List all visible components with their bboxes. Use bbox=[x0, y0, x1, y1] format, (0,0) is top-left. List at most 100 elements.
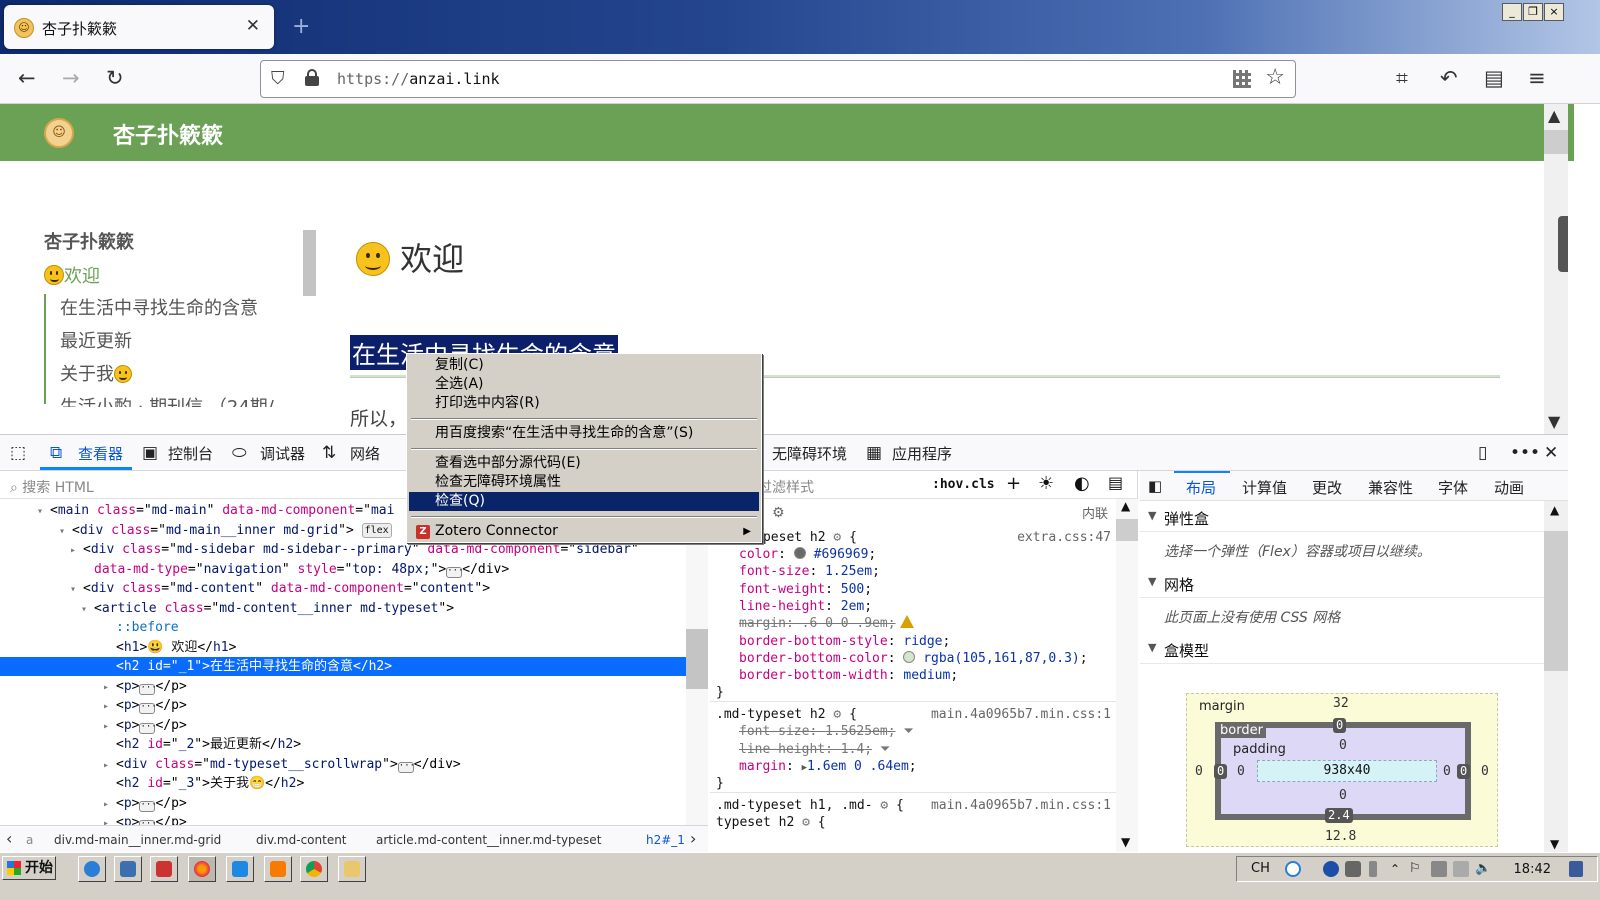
add-rule-icon[interactable]: + bbox=[1006, 473, 1021, 494]
menu-item-zotero[interactable]: Z Zotero Connector ▶ bbox=[409, 522, 759, 541]
sidebar-item-meaning[interactable]: 在生活中寻找生命的含意 bbox=[60, 294, 258, 320]
markup-node[interactable]: <h1>😃 欢迎</h1> bbox=[0, 638, 688, 657]
light-mode-icon[interactable]: ☀ bbox=[1038, 473, 1054, 494]
markup-node[interactable]: ▸ <div class="md-typeset__scrollwrap">···… bbox=[0, 755, 688, 774]
tab-layout[interactable]: 布局 bbox=[1186, 477, 1216, 498]
twisty-icon[interactable]: ▾ bbox=[59, 522, 72, 541]
forward-arrow-icon[interactable]: → bbox=[62, 66, 80, 90]
color-swatch[interactable] bbox=[903, 650, 916, 663]
border-bottom-value[interactable]: 2.4 bbox=[1325, 808, 1353, 823]
markup-node[interactable]: ▸ <p>···</p> bbox=[0, 794, 688, 813]
print-media-icon[interactable]: ▤ bbox=[1108, 473, 1123, 492]
border-left-value[interactable]: 0 bbox=[1214, 764, 1228, 779]
css-source-link[interactable]: main.4a0965b7.min.css:1 bbox=[931, 797, 1111, 815]
close-tab-icon[interactable]: ✕ bbox=[246, 16, 260, 36]
tab-network[interactable]: 网络 bbox=[350, 443, 380, 464]
editor-app-button[interactable] bbox=[264, 856, 292, 882]
tab-debugger[interactable]: 调试器 bbox=[260, 443, 305, 464]
menu-item[interactable]: 打印选中内容(R) bbox=[409, 394, 759, 413]
gear-icon[interactable]: ⚙ bbox=[833, 707, 841, 722]
volume-icon[interactable]: 🔈 bbox=[1475, 861, 1491, 877]
markup-node-selected[interactable]: <h2 id="_1">在生活中寻找生命的含意</h2> bbox=[0, 657, 688, 676]
markup-node[interactable]: <h2 id="_3">关于我😁</h2> bbox=[0, 774, 688, 793]
css-declaration[interactable]: border-bottom-color: rgba(105,161,87,0.3… bbox=[739, 650, 1149, 668]
breadcrumb-item[interactable]: div.md-main__inner.md-grid bbox=[54, 833, 221, 847]
scroll-up-icon[interactable]: ▲ bbox=[1548, 106, 1560, 125]
markup-node[interactable]: ▾ <div class="md-content" data-md-compone… bbox=[0, 579, 688, 598]
filter-icon[interactable]: ⏷ bbox=[880, 742, 890, 757]
markup-node[interactable]: ::before bbox=[0, 618, 688, 637]
twisty-icon[interactable]: ▸ bbox=[103, 678, 116, 697]
cloud-app-button[interactable] bbox=[226, 856, 254, 882]
padding-top-value[interactable]: 0 bbox=[1339, 738, 1347, 753]
css-source-link[interactable]: main.4a0965b7.min.css:1 bbox=[931, 706, 1111, 724]
chevron-right-icon[interactable]: › bbox=[690, 829, 696, 848]
collapsed-children-icon[interactable]: ··· bbox=[446, 566, 464, 578]
scroll-down-icon[interactable]: ▼ bbox=[1548, 412, 1560, 431]
browser-tab[interactable]: ☺ 杏子扑簌簌 ✕ bbox=[4, 5, 274, 49]
reader-page-icon[interactable]: ▤ bbox=[1484, 66, 1504, 90]
css-declaration[interactable]: margin: .6 0 0 .9em; bbox=[739, 615, 1149, 633]
gear-icon[interactable]: ⚙ bbox=[833, 530, 841, 545]
css-declaration[interactable]: font-size: 1.25em; bbox=[739, 563, 1149, 581]
scroll-down-icon[interactable]: ▼ bbox=[1121, 835, 1130, 849]
element-picker-icon[interactable]: ⬚ bbox=[10, 443, 26, 463]
sidebar-item-welcome[interactable]: 欢迎 bbox=[44, 262, 100, 288]
hov-cls-toggle[interactable]: :hov.cls bbox=[932, 477, 995, 492]
menu-item[interactable]: 用百度搜索“在生活中寻找生命的含意”(S) bbox=[409, 424, 759, 443]
flex-badge[interactable]: flex bbox=[361, 522, 392, 538]
twisty-icon[interactable]: ▸ bbox=[103, 717, 116, 736]
app-quicklaunch-button[interactable] bbox=[150, 856, 178, 882]
breadcrumb-item[interactable]: h2#_1 bbox=[646, 833, 685, 847]
breadcrumb-item[interactable]: a bbox=[26, 833, 33, 847]
warning-icon[interactable] bbox=[899, 615, 914, 629]
collapsed-children-icon[interactable]: ··· bbox=[397, 761, 415, 773]
twisty-icon[interactable]: ▾ bbox=[81, 600, 94, 619]
collapsed-children-icon[interactable]: ··· bbox=[139, 703, 157, 714]
tab-compatibility[interactable]: 兼容性 bbox=[1368, 477, 1413, 498]
language-indicator[interactable]: CH bbox=[1251, 861, 1270, 876]
ie-quicklaunch-button[interactable] bbox=[78, 856, 106, 882]
bookmark-star-icon[interactable]: ☆ bbox=[1265, 65, 1285, 90]
tracking-shield-icon[interactable]: ⛉ bbox=[271, 68, 285, 89]
layout-scrollbar[interactable]: ▲ ▼ bbox=[1544, 501, 1568, 853]
site-logo-icon[interactable]: ☺ bbox=[44, 118, 74, 148]
crop-icon[interactable]: ⌗ bbox=[1396, 66, 1408, 91]
url-text[interactable]: https://anzai.link bbox=[337, 70, 500, 88]
sidebar-item-about[interactable]: 关于我 bbox=[60, 360, 132, 386]
markup-node[interactable]: ▸ <p>···</p> bbox=[0, 677, 688, 696]
margin-right-value[interactable]: 0 bbox=[1481, 764, 1489, 779]
address-bar[interactable]: ⛉ https://anzai.link ☆ bbox=[260, 60, 1296, 98]
dock-side-icon[interactable]: ▯ bbox=[1478, 443, 1487, 463]
css-rule-selector[interactable]: typeset h2 ⚙ { bbox=[716, 814, 1126, 832]
menu-item[interactable]: 查看选中部分源代码(E) bbox=[409, 454, 759, 473]
tab-inspector[interactable]: 查看器 bbox=[78, 443, 123, 464]
undo-icon[interactable]: ↶ bbox=[1440, 66, 1458, 90]
css-declaration[interactable]: font-weight: 500; bbox=[739, 581, 1149, 599]
back-arrow-icon[interactable]: ← bbox=[18, 66, 36, 90]
gear-icon[interactable]: ⚙ bbox=[802, 815, 810, 830]
chevron-up-icon[interactable]: ⌃ bbox=[1387, 861, 1403, 877]
collapsed-children-icon[interactable]: ··· bbox=[139, 722, 157, 734]
scroll-up-icon[interactable]: ▲ bbox=[1550, 503, 1559, 517]
margin-bottom-value[interactable]: 12.8 bbox=[1325, 829, 1356, 844]
tab-application[interactable]: 应用程序 bbox=[892, 443, 952, 464]
start-button[interactable]: 开始 bbox=[2, 856, 56, 880]
margin-left-value[interactable]: 0 bbox=[1195, 764, 1203, 779]
sidebar-item-updates[interactable]: 最近更新 bbox=[60, 327, 132, 353]
flag-icon[interactable]: ⚐ bbox=[1409, 861, 1425, 877]
help-icon[interactable] bbox=[1323, 861, 1339, 877]
padding-left-value[interactable]: 0 bbox=[1237, 764, 1245, 779]
show-desktop-icon[interactable] bbox=[1569, 861, 1583, 877]
side-panel-handle[interactable] bbox=[1558, 216, 1568, 272]
firefox-taskbar-button[interactable] bbox=[188, 856, 216, 882]
tab-changes[interactable]: 更改 bbox=[1312, 477, 1342, 498]
scroll-thumb[interactable] bbox=[1544, 130, 1568, 154]
tab-console[interactable]: 控制台 bbox=[168, 443, 213, 464]
twisty-icon[interactable]: ▾ bbox=[37, 502, 50, 521]
reload-icon[interactable]: ↻ bbox=[106, 66, 124, 90]
tab-fonts[interactable]: 字体 bbox=[1438, 477, 1468, 498]
element-gear-icon[interactable]: ⚙ bbox=[772, 505, 785, 521]
device-icon[interactable] bbox=[1453, 861, 1469, 877]
tab-computed[interactable]: 计算值 bbox=[1242, 477, 1287, 498]
